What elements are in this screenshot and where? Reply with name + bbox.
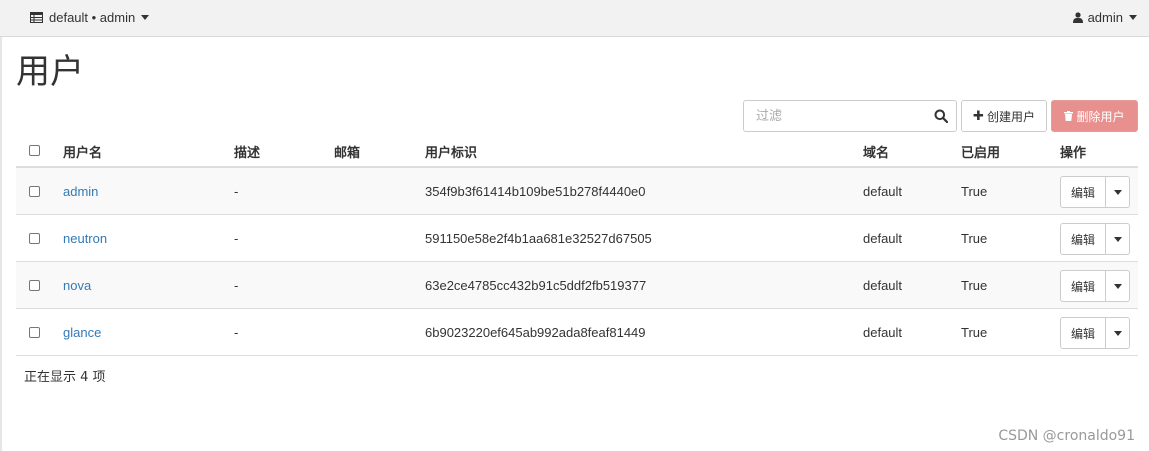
domain-cell: default: [863, 184, 903, 199]
top-navbar: default • admin admin: [0, 0, 1149, 37]
domain-cell: default: [863, 325, 903, 340]
create-user-label: 创建用户: [986, 109, 1035, 124]
domain-cell: default: [863, 278, 903, 293]
username-link[interactable]: nova: [63, 278, 91, 293]
user-id-cell: 63e2ce4785cc432b91c5ddf2fb519377: [425, 278, 647, 293]
filter-input[interactable]: [744, 101, 924, 131]
username-link[interactable]: glance: [63, 325, 101, 340]
watermark: CSDN @cronaldo91: [998, 428, 1135, 444]
description-cell: -: [234, 184, 239, 199]
more-actions-toggle[interactable]: [1106, 177, 1129, 207]
create-user-button[interactable]: ✚ 创建用户: [961, 100, 1047, 132]
enabled-cell: True: [961, 278, 988, 293]
trash-icon: [1064, 111, 1074, 121]
edit-button[interactable]: 编辑: [1061, 318, 1106, 348]
edit-button[interactable]: 编辑: [1061, 177, 1106, 207]
more-actions-toggle[interactable]: [1106, 271, 1129, 301]
table-header: 用户名 描述 邮箱 用户标识 域名 已启用 操作: [16, 132, 1138, 168]
search-icon[interactable]: [934, 109, 948, 123]
page-title: 用户: [16, 52, 84, 92]
item-count: 正在显示 4 项: [24, 370, 106, 385]
user-icon: [1072, 12, 1083, 23]
plus-icon: ✚: [973, 108, 984, 124]
filter-box: [743, 100, 957, 132]
more-actions-toggle[interactable]: [1106, 224, 1129, 254]
header-description[interactable]: 描述: [234, 142, 260, 161]
delete-users-label: 删除用户: [1076, 109, 1125, 124]
edit-button[interactable]: 编辑: [1061, 224, 1106, 254]
header-user-id[interactable]: 用户标识: [425, 142, 477, 161]
more-actions-toggle[interactable]: [1106, 318, 1129, 348]
header-username[interactable]: 用户名: [63, 142, 102, 161]
user-id-cell: 591150e58e2f4b1aa681e32527d67505: [425, 231, 652, 246]
table-row: nova - 63e2ce4785cc432b91c5ddf2fb519377 …: [16, 262, 1138, 309]
domain-cell: default: [863, 231, 903, 246]
row-actions: 编辑: [1060, 317, 1130, 349]
header-actions: 操作: [1060, 146, 1087, 161]
header-email[interactable]: 邮箱: [334, 142, 360, 161]
project-dropdown[interactable]: default • admin: [30, 10, 150, 25]
chevron-down-icon: [1113, 189, 1122, 195]
row-actions: 编辑: [1060, 223, 1130, 255]
enabled-cell: True: [961, 184, 988, 199]
chevron-down-icon: [141, 15, 150, 20]
table-row: neutron - 591150e58e2f4b1aa681e32527d675…: [16, 215, 1138, 262]
table-row: admin - 354f9b3f61414b109be51b278f4440e0…: [16, 168, 1138, 215]
row-actions: 编辑: [1060, 176, 1130, 208]
row-actions: 编辑: [1060, 270, 1130, 302]
description-cell: -: [234, 325, 239, 340]
row-checkbox[interactable]: [29, 233, 40, 244]
delete-users-button[interactable]: 删除用户: [1051, 100, 1138, 132]
user-dropdown[interactable]: admin: [1072, 10, 1137, 25]
username-link[interactable]: admin: [63, 184, 98, 199]
row-checkbox[interactable]: [29, 327, 40, 338]
username-link[interactable]: neutron: [63, 231, 107, 246]
table-row: glance - 6b9023220ef645ab992ada8feaf8144…: [16, 309, 1138, 356]
edit-button[interactable]: 编辑: [1061, 271, 1106, 301]
row-checkbox[interactable]: [29, 280, 40, 291]
user-id-cell: 354f9b3f61414b109be51b278f4440e0: [425, 184, 646, 199]
chevron-down-icon: [1129, 15, 1137, 20]
header-domain[interactable]: 域名: [863, 142, 889, 161]
user-id-cell: 6b9023220ef645ab992ada8feaf81449: [425, 325, 646, 340]
enabled-cell: True: [961, 231, 988, 246]
select-all-checkbox[interactable]: [29, 145, 40, 156]
table-icon: [30, 12, 43, 23]
user-label: admin: [1087, 10, 1123, 25]
description-cell: -: [234, 231, 239, 246]
enabled-cell: True: [961, 325, 988, 340]
left-border: [0, 37, 2, 451]
description-cell: -: [234, 278, 239, 293]
row-checkbox[interactable]: [29, 186, 40, 197]
chevron-down-icon: [1113, 330, 1122, 336]
project-label: default • admin: [49, 10, 136, 25]
chevron-down-icon: [1113, 236, 1122, 242]
header-enabled[interactable]: 已启用: [961, 142, 1000, 161]
users-table: 用户名 描述 邮箱 用户标识 域名 已启用 操作 admin - 354f9b3…: [16, 132, 1138, 356]
chevron-down-icon: [1113, 283, 1122, 289]
